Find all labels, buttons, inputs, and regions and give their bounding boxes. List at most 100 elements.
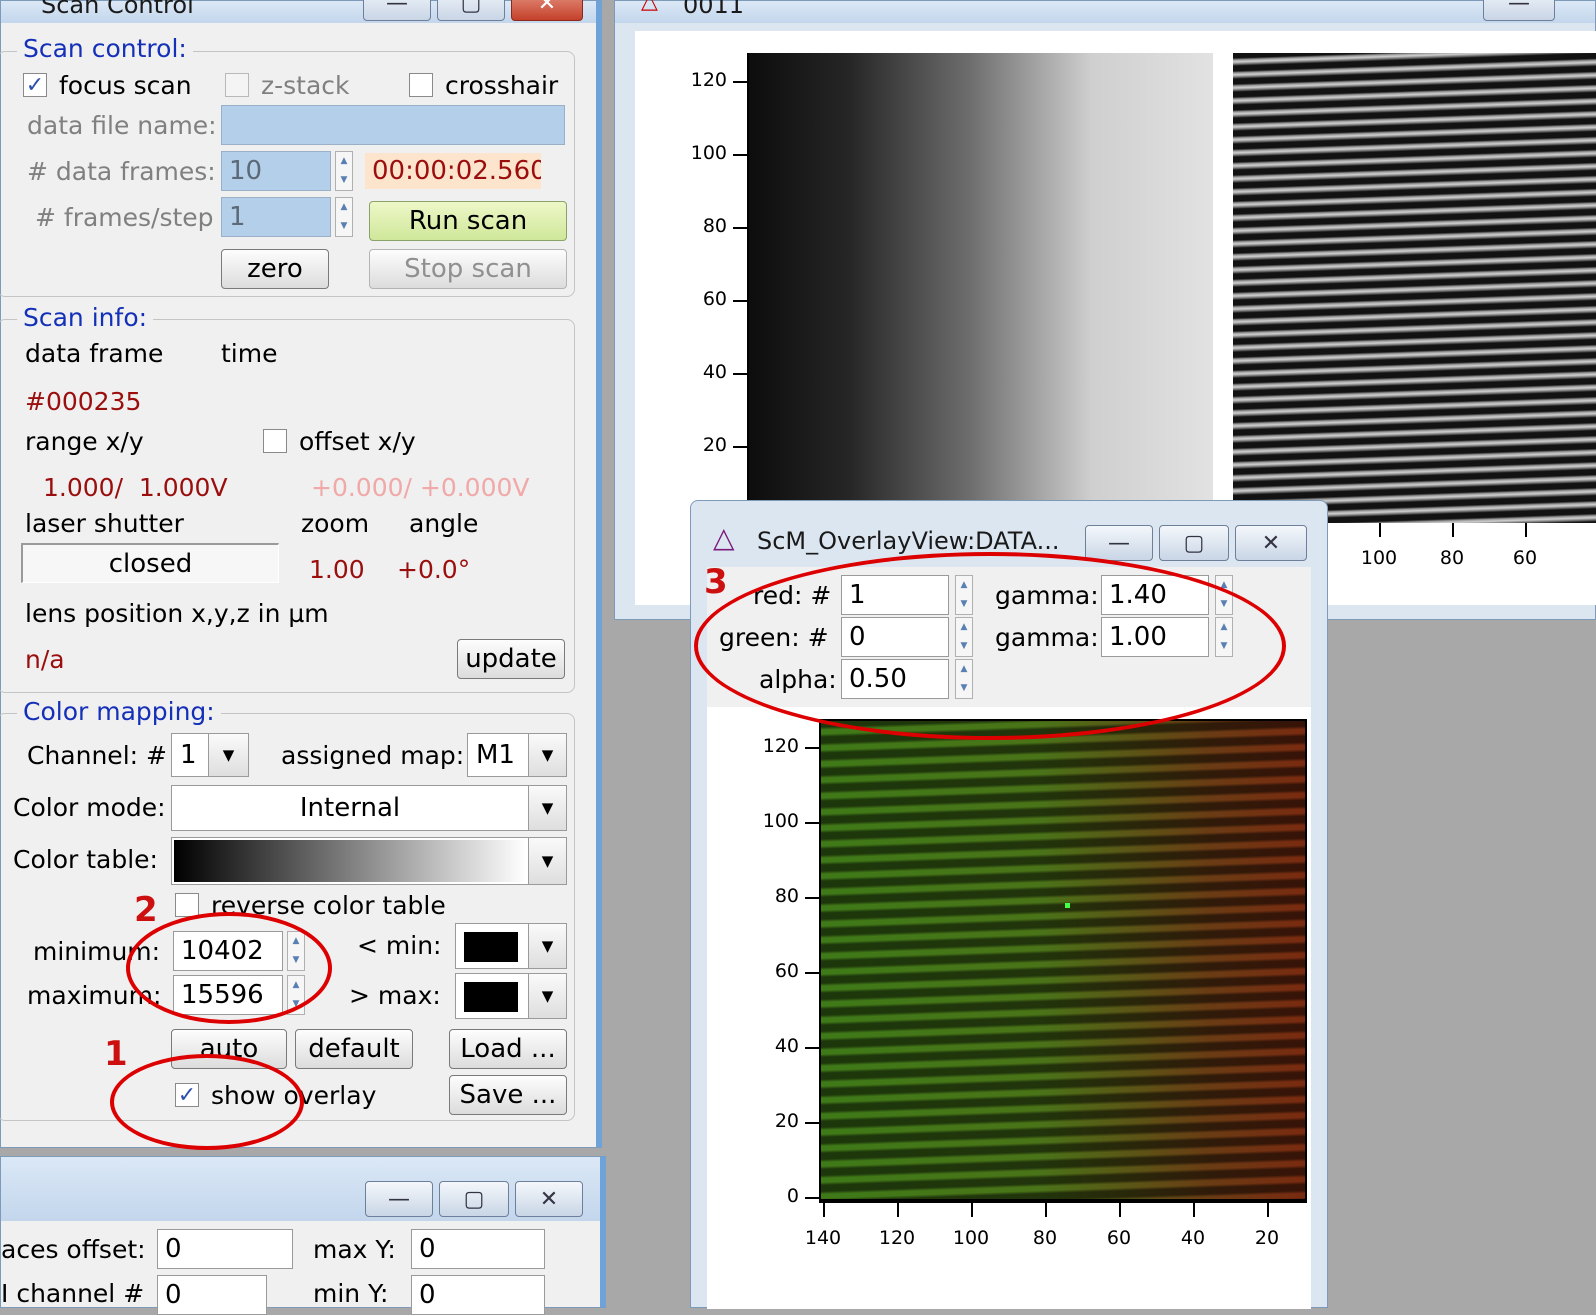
save-button[interactable]: Save ...: [449, 1075, 567, 1115]
x-tick-label: 80: [1032, 1227, 1058, 1249]
laser-shutter-label: laser shutter: [25, 509, 184, 538]
x-tick-mark: [823, 1203, 825, 1217]
chevron-down-icon: ▼: [528, 734, 566, 776]
x-tick-mark: [1119, 1203, 1121, 1217]
data-frames-label: # data frames:: [27, 157, 216, 186]
x-tick-label: 60: [1512, 547, 1538, 569]
zoom-label: zoom: [301, 509, 370, 538]
color-mapping-legend: Color mapping:: [17, 697, 221, 726]
y-tick-mark: [733, 154, 747, 156]
channel-select[interactable]: 1 ▼: [171, 733, 249, 777]
traces-offset-input[interactable]: 0: [157, 1229, 293, 1269]
x-tick-mark: [1193, 1203, 1195, 1217]
default-button[interactable]: default: [295, 1029, 413, 1069]
y-tick-label: 120: [690, 69, 727, 91]
overlay-image: [819, 719, 1307, 1201]
y-tick-label: 60: [774, 960, 799, 982]
color-mode-select[interactable]: Internal ▼: [171, 785, 567, 831]
frames-step-input[interactable]: 1: [221, 197, 331, 237]
close-button[interactable]: ✕: [515, 1181, 583, 1217]
max-y-input[interactable]: 0: [411, 1229, 545, 1269]
angle-value: +0.0°: [397, 555, 471, 584]
minimize-button[interactable]: —: [1085, 525, 1153, 561]
data-file-name-label: data file name:: [27, 111, 217, 140]
frames-step-spinner[interactable]: ▲ ▼: [335, 197, 353, 237]
y-axis-line: [747, 53, 749, 513]
reverse-color-table-checkbox[interactable]: [175, 893, 199, 917]
lt-min-label: < min:: [357, 931, 442, 960]
y-tick-mark: [733, 373, 747, 375]
load-button[interactable]: Load ...: [449, 1029, 567, 1069]
x-tick-label: 40: [1180, 1227, 1206, 1249]
y-axis-line: [819, 719, 821, 1203]
chevron-down-icon: ▼: [528, 786, 566, 830]
y-tick-label: 0: [786, 1185, 799, 1207]
channel-value: 1: [180, 740, 197, 770]
minimize-button[interactable]: —: [363, 0, 431, 21]
channel-input[interactable]: 0: [157, 1275, 267, 1315]
data-file-name-input[interactable]: [221, 105, 565, 145]
annotation-circle-3: [694, 552, 1286, 740]
x-tick-label: 120: [878, 1227, 916, 1249]
close-button[interactable]: ✕: [511, 0, 583, 21]
maximize-button[interactable]: ▢: [1159, 525, 1229, 561]
lt-min-color-select[interactable]: ▼: [455, 923, 567, 969]
close-button[interactable]: ✕: [1235, 525, 1307, 561]
annotation-circle-1: [110, 1054, 304, 1150]
offset-checkbox[interactable]: [263, 429, 287, 453]
y-tick-label: 20: [702, 434, 727, 456]
y-tick-mark: [805, 1122, 819, 1124]
crosshair-label: crosshair: [445, 71, 559, 100]
window-title: ScM_OverlayView:DATA...: [757, 527, 1060, 555]
y-tick-mark: [805, 747, 819, 749]
zero-button[interactable]: zero: [221, 249, 329, 289]
x-tick-mark: [1267, 1203, 1269, 1217]
zoom-value: 1.00: [309, 555, 365, 584]
time-label: time: [221, 339, 278, 368]
minimize-button[interactable]: —: [1483, 0, 1555, 21]
scan-control-titlebar[interactable]: Scan Control — ▢ ✕: [1, 0, 596, 23]
angle-label: angle: [409, 509, 479, 538]
crosshair-checkbox[interactable]: [409, 73, 433, 97]
traces-window: — ▢ ✕ aces offset: 0 max Y: 0 I channel …: [0, 1156, 606, 1315]
grayscale-image: [747, 53, 1213, 513]
scan-control-legend: Scan control:: [17, 34, 193, 63]
y-tick-label: 60: [702, 288, 727, 310]
maximize-button[interactable]: ▢: [439, 1181, 509, 1217]
scan-info-legend: Scan info:: [17, 303, 154, 332]
y-tick-label: 80: [774, 885, 799, 907]
image-window-titlebar[interactable]: △ 0011 —: [615, 0, 1595, 23]
z-stack-label: z-stack: [261, 71, 350, 100]
window-title: 0011: [683, 0, 745, 19]
assigned-map-label: assigned map:: [281, 741, 465, 770]
x-tick-mark: [1525, 523, 1527, 537]
data-frames-spinner[interactable]: ▲ ▼: [335, 151, 353, 191]
elapsed-time: 00:00:02.560: [365, 153, 541, 189]
color-mode-label: Color mode:: [13, 793, 166, 822]
y-tick-mark: [805, 1047, 819, 1049]
minimize-button[interactable]: —: [365, 1181, 433, 1217]
focus-scan-checkbox[interactable]: ✓: [23, 73, 47, 98]
y-tick-mark: [805, 972, 819, 974]
min-y-input[interactable]: 0: [411, 1275, 545, 1315]
x-tick-label: 60: [1106, 1227, 1132, 1249]
x-axis-line: [819, 1201, 1307, 1203]
data-frames-input[interactable]: 10: [221, 151, 331, 191]
channel-label: I channel #: [1, 1279, 145, 1308]
stop-scan-button[interactable]: Stop scan: [369, 249, 567, 289]
assigned-map-value: M1: [476, 740, 515, 770]
z-stack-checkbox[interactable]: [225, 73, 249, 97]
maximize-button[interactable]: ▢: [437, 0, 505, 21]
laser-shutter-state: closed: [21, 543, 279, 583]
frames-step-label: # frames/step: [35, 203, 214, 232]
update-button[interactable]: update: [457, 639, 565, 679]
x-tick-label: 100: [952, 1227, 990, 1249]
gt-max-color-select[interactable]: ▼: [455, 973, 567, 1019]
chevron-down-icon: ▼: [208, 734, 248, 776]
assigned-map-select[interactable]: M1 ▼: [467, 733, 567, 777]
y-tick-mark: [805, 822, 819, 824]
color-table-select[interactable]: ▼: [171, 837, 567, 885]
annotation-number-2: 2: [134, 890, 158, 930]
traces-titlebar[interactable]: — ▢ ✕: [1, 1157, 600, 1221]
run-scan-button[interactable]: Run scan: [369, 201, 567, 241]
